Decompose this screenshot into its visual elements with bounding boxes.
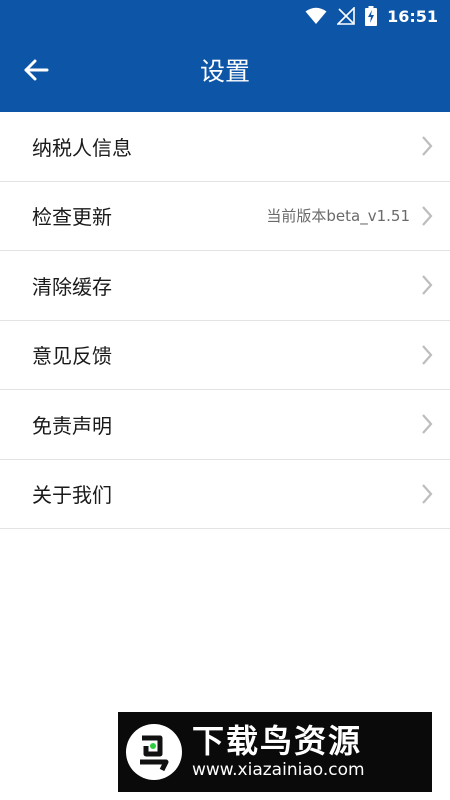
watermark-banner: 下载鸟资源 www.xiazainiao.com (118, 712, 432, 792)
chevron-right-icon (422, 414, 433, 434)
wifi-icon (305, 7, 327, 25)
settings-item-label: 纳税人信息 (32, 135, 132, 160)
settings-item-about-us[interactable]: 关于我们 (0, 459, 450, 529)
settings-item-check-update[interactable]: 检查更新 当前版本beta_v1.51 (0, 181, 450, 251)
chevron-right-icon (422, 275, 433, 295)
settings-item-disclaimer[interactable]: 免责声明 (0, 390, 450, 460)
settings-item-taxpayer-info[interactable]: 纳税人信息 (0, 112, 450, 182)
no-signal-icon (337, 7, 355, 25)
settings-item-label: 意见反馈 (32, 344, 112, 369)
chevron-right-icon (422, 206, 433, 226)
settings-item-label: 免责声明 (32, 413, 112, 438)
status-time: 16:51 (387, 6, 438, 26)
chevron-right-icon (422, 136, 433, 156)
chevron-right-icon (422, 345, 433, 365)
page-title: 设置 (199, 57, 250, 86)
watermark-url: www.xiazainiao.com (192, 760, 365, 780)
status-bar: 16:51 (0, 0, 450, 32)
settings-list: 纳税人信息 检查更新 当前版本beta_v1.51 清除缓存 意见反馈 免责声明… (0, 112, 450, 529)
chevron-right-icon (422, 484, 433, 504)
settings-item-label: 关于我们 (32, 483, 112, 508)
app-bar: 设置 (0, 32, 450, 112)
settings-item-feedback[interactable]: 意见反馈 (0, 320, 450, 390)
bird-logo-icon (126, 724, 182, 780)
battery-charging-icon (365, 6, 378, 26)
settings-item-label: 检查更新 (32, 205, 112, 230)
settings-item-clear-cache[interactable]: 清除缓存 (0, 251, 450, 321)
current-version-text: 当前版本beta_v1.51 (266, 207, 410, 226)
watermark-brand: 下载鸟资源 (192, 722, 363, 760)
settings-item-label: 清除缓存 (32, 274, 112, 299)
